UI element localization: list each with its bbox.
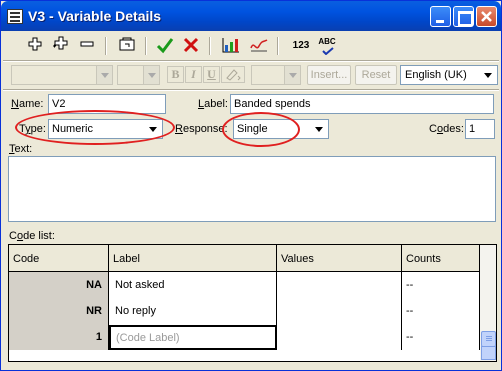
text-label: Text: bbox=[9, 143, 33, 155]
language-select[interactable]: English (UK) bbox=[400, 65, 498, 85]
italic-button[interactable]: I bbox=[185, 66, 202, 83]
signature-button[interactable] bbox=[249, 36, 269, 56]
add-plus-icon bbox=[28, 37, 42, 51]
ok-button[interactable] bbox=[155, 36, 175, 56]
name-label: Name: bbox=[11, 98, 44, 110]
counts-cell: -- bbox=[402, 272, 480, 298]
remove-code-button[interactable] bbox=[77, 36, 97, 56]
numbers-button[interactable]: 123 bbox=[291, 36, 311, 56]
close-icon bbox=[481, 11, 492, 22]
counts-cell: -- bbox=[402, 298, 480, 324]
code-cell[interactable]: NA bbox=[9, 272, 109, 298]
chart-button[interactable] bbox=[221, 36, 241, 56]
codes-field[interactable]: 1 bbox=[465, 119, 495, 139]
column-header-label[interactable]: Label bbox=[109, 245, 277, 272]
vertical-scrollbar[interactable] bbox=[480, 245, 496, 361]
column-header-code[interactable]: Code bbox=[9, 245, 109, 272]
window-title: V3 - Variable Details bbox=[28, 8, 162, 24]
underline-button[interactable]: U bbox=[203, 66, 220, 83]
variable-details-window: V3 - Variable Details 123 ABC B I U Inse… bbox=[0, 0, 502, 371]
spell-check-mark-icon bbox=[322, 47, 334, 55]
app-icon[interactable] bbox=[7, 9, 23, 24]
spellcheck-icon: ABC bbox=[318, 37, 336, 46]
highlight-icon bbox=[226, 69, 241, 81]
color-combo[interactable] bbox=[251, 65, 301, 85]
minimize-button[interactable] bbox=[430, 6, 451, 27]
text-area[interactable] bbox=[8, 156, 496, 222]
reset-button[interactable]: Reset bbox=[355, 65, 397, 85]
language-value: English (UK) bbox=[405, 69, 467, 81]
code-cell[interactable]: 1 bbox=[9, 324, 109, 350]
column-header-values[interactable]: Values bbox=[277, 245, 402, 272]
codes-label: Codes: bbox=[429, 123, 464, 135]
label-field[interactable]: Banded spends bbox=[230, 94, 494, 114]
close-button[interactable] bbox=[476, 6, 497, 27]
label-label: Label: bbox=[198, 98, 228, 110]
chevron-down-icon bbox=[480, 66, 497, 84]
format-toolbar: B I U Insert... Reset English (UK) bbox=[5, 63, 499, 87]
type-highlight-oval bbox=[15, 110, 175, 145]
values-cell[interactable] bbox=[277, 324, 402, 350]
checkmark-icon bbox=[156, 38, 174, 54]
chart-icon bbox=[222, 38, 239, 53]
numbers-icon: 123 bbox=[292, 40, 310, 51]
minus-icon bbox=[80, 41, 94, 47]
add-code-button[interactable] bbox=[25, 36, 45, 56]
scrollbar-thumb[interactable] bbox=[481, 331, 496, 347]
insert-button[interactable]: Insert... bbox=[307, 65, 351, 85]
code-list-label: Code list: bbox=[9, 230, 55, 242]
code-list-table: Code Label Values Counts NA Not asked --… bbox=[8, 244, 497, 362]
counts-cell: -- bbox=[402, 324, 480, 350]
response-highlight-oval bbox=[222, 112, 300, 147]
folder-icon bbox=[119, 37, 135, 51]
maximize-button[interactable] bbox=[453, 6, 474, 27]
code-label-input[interactable]: (Code Label) bbox=[109, 325, 277, 350]
cancel-button[interactable] bbox=[181, 36, 201, 56]
code-cell[interactable]: NR bbox=[9, 298, 109, 324]
values-cell[interactable] bbox=[277, 298, 402, 324]
add-multi-icon bbox=[53, 36, 68, 50]
font-size-combo[interactable] bbox=[117, 65, 160, 85]
font-name-combo[interactable] bbox=[11, 65, 113, 85]
highlight-button[interactable] bbox=[221, 66, 245, 83]
open-folder-button[interactable] bbox=[117, 36, 137, 56]
label-cell[interactable]: Not asked bbox=[109, 272, 277, 298]
values-cell[interactable] bbox=[277, 272, 402, 298]
cross-icon bbox=[183, 37, 199, 53]
add-multiple-codes-button[interactable] bbox=[51, 36, 71, 56]
title-bar[interactable]: V3 - Variable Details bbox=[1, 1, 501, 31]
spellcheck-button[interactable]: ABC bbox=[317, 36, 337, 56]
bold-button[interactable]: B bbox=[167, 66, 184, 83]
scroll-down-button[interactable] bbox=[481, 346, 496, 360]
signature-icon bbox=[250, 39, 268, 52]
column-header-counts[interactable]: Counts bbox=[402, 245, 480, 272]
response-label: Response: bbox=[175, 123, 228, 135]
chevron-down-icon bbox=[311, 121, 327, 137]
label-cell[interactable]: No reply bbox=[109, 298, 277, 324]
main-toolbar: 123 ABC bbox=[5, 34, 499, 60]
